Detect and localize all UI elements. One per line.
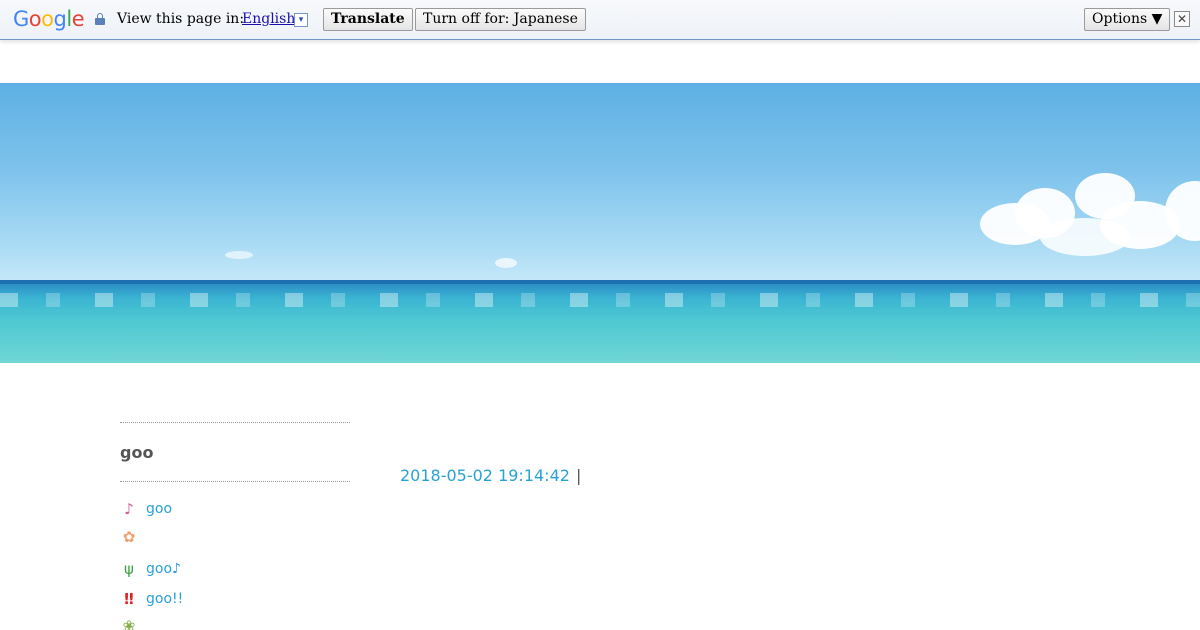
chevron-down-icon[interactable]: ▾ [294,13,308,27]
view-page-in-label: View this page in: [117,11,245,27]
post-timestamp-link[interactable]: 2018-05-02 19:14:42 [400,466,570,485]
flower-pot-icon: ❀ [122,617,136,630]
header-banner-image [0,83,1200,363]
language-link[interactable]: English [242,11,295,27]
sidebar: goo [120,422,350,482]
waves [0,293,1200,307]
sidebar-link[interactable]: goo!! [146,591,183,607]
sprout-icon: ψ [124,560,134,578]
separator: | [575,466,582,485]
sidebar-link[interactable]: goo [146,501,172,517]
sidebar-title: goo [120,443,154,462]
lock-icon [95,13,105,25]
music-note-icon: ♪ [124,500,134,518]
post-meta: 2018-05-02 19:14:42 | [400,466,581,485]
turn-off-button[interactable]: Turn off for: Japanese [415,8,586,31]
list-item: ♪ goo [120,500,350,518]
list-item: ψ goo♪ [120,560,350,578]
translate-button[interactable]: Translate [323,8,413,31]
close-icon[interactable]: ✕ [1174,11,1190,27]
flower-icon: ✿ [122,528,136,546]
double-exclamation-icon: ‼ [124,590,134,608]
google-logo: Google [13,7,85,31]
list-item: ✿ [120,528,350,546]
list-item: ‼ goo!! [120,590,350,608]
sky [0,83,1200,281]
list-item: ❀ [120,617,350,630]
options-button[interactable]: Options ▼ [1084,8,1171,31]
divider [120,481,350,482]
sidebar-link[interactable]: goo♪ [146,561,181,577]
divider [120,422,350,423]
translate-bar: Google View this page in: English ▾ Tran… [0,0,1200,40]
